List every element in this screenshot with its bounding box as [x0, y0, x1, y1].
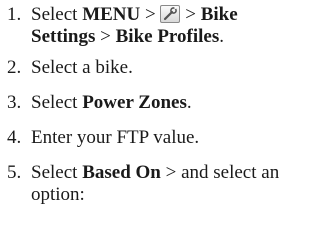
step-text-segment: Select: [31, 162, 83, 183]
step-text-segment: Select: [31, 4, 83, 25]
step-number: 2.: [7, 57, 22, 78]
step-text: Select MENU > > Bike Settings > Bike Pro…: [31, 4, 238, 48]
bike-profiles-label: Bike Profiles: [115, 26, 220, 47]
step-text-segment: .: [219, 26, 224, 47]
step-text-segment: >: [95, 26, 116, 47]
step-text-continuation: Settings > Bike Profiles.: [31, 26, 238, 48]
step-text: Select Based On > and select an option:: [31, 162, 279, 206]
step-text-segment: > and select an: [160, 162, 280, 183]
step-number: 1.: [7, 4, 22, 25]
power-zones-label: Power Zones: [82, 92, 187, 113]
step-number: 3.: [7, 92, 22, 113]
based-on-label: Based On: [82, 162, 161, 183]
bike-settings-label: Bike: [200, 4, 238, 25]
step-text: Select Power Zones.: [31, 92, 192, 114]
step-text-segment: >: [140, 4, 161, 25]
step-number: 4.: [7, 127, 22, 148]
step-text-segment: >: [180, 4, 201, 25]
step-text-continuation: option:: [31, 184, 85, 205]
step-text-segment: .: [186, 92, 192, 113]
step-text: Select a bike.: [31, 57, 133, 78]
step-number: 5.: [7, 162, 22, 183]
bike-settings-label: Settings: [31, 26, 96, 47]
step-text: Enter your FTP value.: [31, 127, 200, 148]
wrench-icon: [160, 5, 181, 23]
menu-label: MENU: [82, 4, 141, 25]
step-text-segment: Select: [31, 92, 83, 113]
